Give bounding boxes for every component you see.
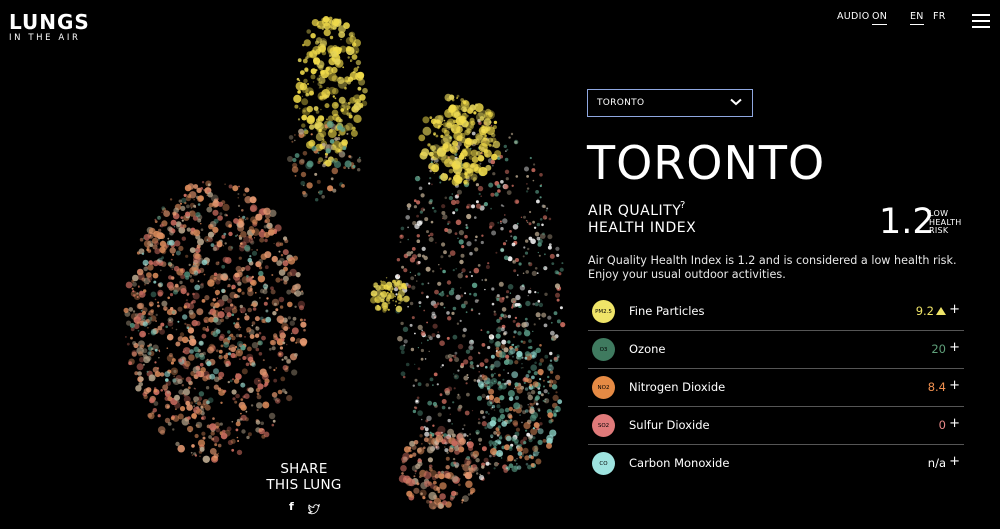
pollutant-value: 0: [938, 418, 946, 432]
city-select[interactable]: TORONTO: [587, 89, 753, 117]
city-title: TORONTO: [587, 136, 826, 190]
facebook-icon[interactable]: f: [289, 500, 294, 513]
pollutant-name: Ozone: [629, 342, 666, 356]
pollutant-value: 9.2: [916, 304, 946, 318]
expand-plus-icon[interactable]: +: [949, 302, 960, 317]
twitter-icon[interactable]: [306, 500, 321, 519]
pollutant-value: n/a: [927, 456, 946, 470]
pollutant-name: Sulfur Dioxide: [629, 418, 710, 432]
aqhi-label-line2: HEALTH INDEX: [588, 220, 697, 236]
expand-plus-icon[interactable]: +: [949, 416, 960, 431]
pollutant-value: 20: [931, 342, 946, 356]
expand-plus-icon[interactable]: +: [949, 378, 960, 393]
aqhi-help-icon[interactable]: ?: [680, 200, 685, 211]
pollutant-name: Fine Particles: [629, 304, 705, 318]
expand-plus-icon[interactable]: +: [949, 340, 960, 355]
pollutant-row-pm25[interactable]: PM2.5 Fine Particles 9.2 +: [588, 293, 964, 331]
co-badge-icon: CO: [592, 452, 615, 475]
pollutant-list: PM2.5 Fine Particles 9.2 + O3 Ozone 20 +…: [588, 293, 964, 482]
pollutant-row-o3[interactable]: O3 Ozone 20 +: [588, 331, 964, 369]
pollutant-row-no2[interactable]: NO2 Nitrogen Dioxide 8.4 +: [588, 369, 964, 407]
aqhi-description: Air Quality Health Index is 1.2 and is c…: [588, 254, 957, 281]
share-line1: SHARE: [280, 461, 328, 477]
warning-triangle-icon: [936, 307, 946, 315]
audio-toggle[interactable]: ON: [872, 11, 888, 25]
pollutant-name: Carbon Monoxide: [629, 456, 730, 470]
no2-badge-icon: NO2: [592, 376, 615, 399]
menu-icon[interactable]: [972, 14, 990, 28]
pollutant-row-so2[interactable]: SO2 Sulfur Dioxide 0 +: [588, 407, 964, 445]
pm25-badge-icon: PM2.5: [592, 300, 615, 323]
o3-badge-icon: O3: [592, 338, 615, 361]
aqhi-risk-level: LOW HEALTH RISK: [929, 209, 962, 236]
lung-visualization: [123, 15, 566, 510]
so2-badge-icon: SO2: [592, 414, 615, 437]
expand-plus-icon[interactable]: +: [949, 454, 960, 469]
pollutant-name: Nitrogen Dioxide: [629, 380, 726, 394]
chevron-down-icon: [730, 98, 742, 109]
lang-en-link[interactable]: EN: [910, 11, 924, 25]
lang-fr-link[interactable]: FR: [933, 11, 946, 22]
pollutant-row-co[interactable]: CO Carbon Monoxide n/a +: [588, 445, 964, 482]
audio-label: AUDIO: [837, 11, 870, 22]
pollutant-value: 8.4: [927, 380, 946, 394]
aqhi-value: 1.2: [879, 202, 935, 242]
risk-line3: RISK: [929, 226, 949, 235]
share-heading: SHARE THIS LUNG: [254, 461, 354, 493]
pm25-value: 9.2: [915, 304, 934, 318]
share-icons: f: [284, 500, 324, 515]
city-select-value: TORONTO: [597, 98, 645, 108]
share-line2: THIS LUNG: [266, 477, 342, 493]
